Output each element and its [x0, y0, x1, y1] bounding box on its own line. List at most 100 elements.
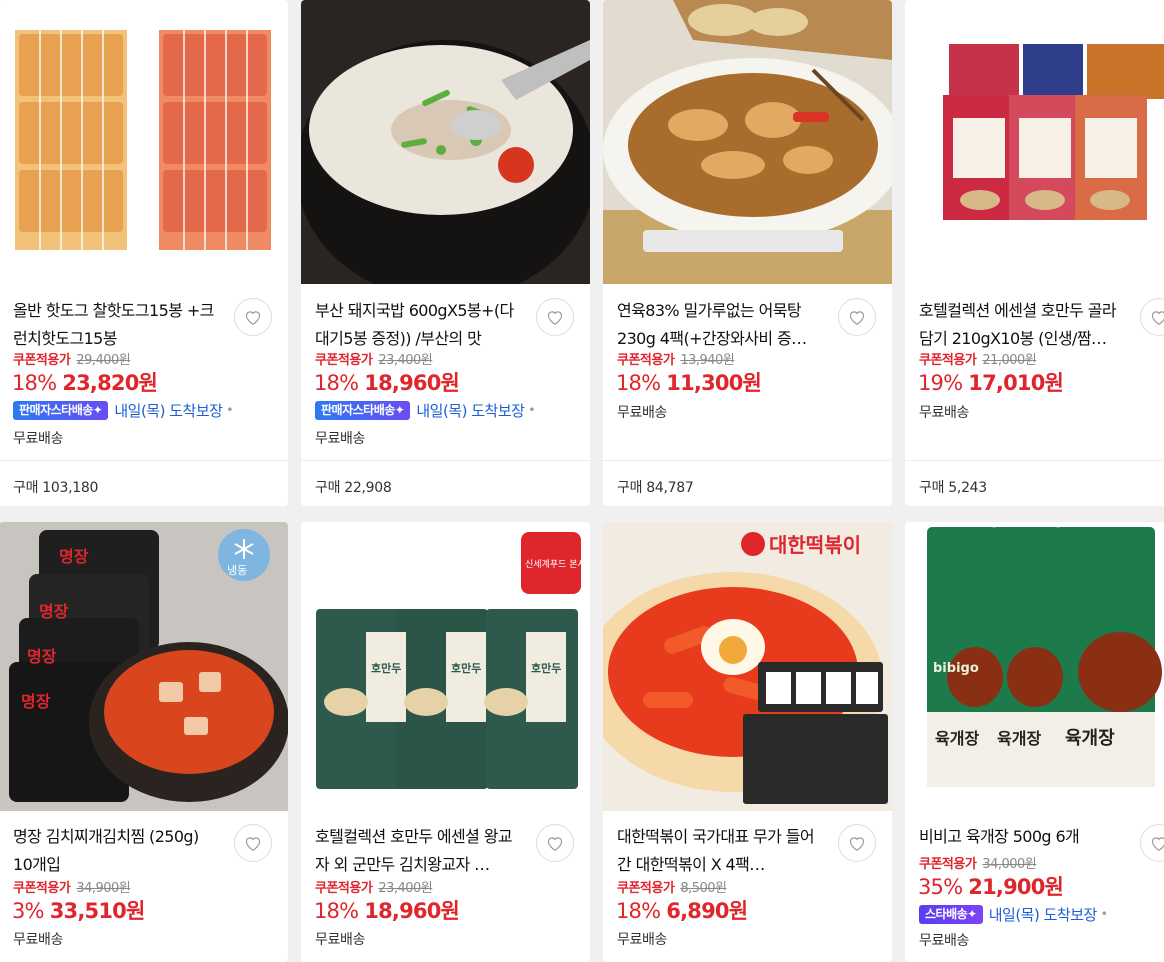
product-image[interactable] — [301, 0, 590, 284]
sale-price-row: 18% 11,300원 — [616, 367, 762, 397]
original-price: 34,900원 — [76, 881, 131, 896]
brand-text: 명장 — [59, 547, 89, 566]
wishlist-button[interactable] — [838, 824, 876, 862]
coupon-price-row: 쿠폰적용가 29,400원 — [13, 349, 131, 368]
arrival-guarantee: 내일(목) 도착보장 — [114, 401, 223, 420]
divider — [905, 460, 1164, 461]
sale-price-row: 18% 18,960원 — [314, 367, 460, 397]
package-label: 호만두 — [451, 661, 481, 675]
product-title[interactable]: 호텔컬렉션 호만두 에센셜 왕교자 외 군만두 김치왕교자 … — [315, 823, 520, 879]
sale-price: 18,960원 — [364, 371, 460, 395]
divider — [603, 460, 892, 461]
sale-price-row: 19% 17,010원 — [918, 367, 1064, 397]
product-card[interactable]: 부산 돼지국밥 600gX5봉+(다대기5봉 증정)) /부산의 맛 쿠폰적용가… — [301, 0, 590, 506]
original-price: 23,400원 — [378, 881, 433, 896]
original-price: 23,400원 — [378, 353, 433, 368]
original-price: 29,400원 — [76, 353, 131, 368]
coupon-price-row: 쿠폰적용가 34,900원 — [13, 877, 131, 896]
discount-rate: 18% — [616, 899, 661, 923]
coupon-label: 쿠폰적용가 — [13, 881, 71, 896]
heart-icon — [1151, 311, 1164, 325]
purchase-count: 구매 84,787 — [617, 480, 694, 496]
product-card[interactable]: 대한떡볶이 대한떡볶이 국가대표 무가 들어간 대한떡볶이 X 4팩… 쿠폰적용… — [603, 522, 892, 962]
coupon-price-row: 쿠폰적용가 34,000원 — [919, 853, 1037, 872]
coupon-label: 쿠폰적용가 — [919, 353, 977, 368]
sale-price: 33,510원 — [49, 899, 146, 923]
sale-price-row: 18% 6,890원 — [616, 895, 748, 925]
discount-rate: 35% — [918, 875, 963, 899]
product-card[interactable]: 명장 명장 명장 명장 냉동 명장 김치찌개김치찜 (250g) 10개입 쿠폰… — [0, 522, 288, 962]
wishlist-button[interactable] — [1140, 298, 1164, 336]
coupon-price-row: 쿠폰적용가 23,400원 — [315, 349, 433, 368]
original-price: 21,000원 — [982, 353, 1037, 368]
purchase-count: 구매 22,908 — [315, 480, 392, 496]
wishlist-button[interactable] — [838, 298, 876, 336]
original-price: 13,940원 — [680, 353, 735, 368]
product-image[interactable] — [0, 0, 288, 284]
separator-dot: • — [1100, 907, 1108, 921]
product-title[interactable]: 올반 핫도그 찰핫도그15봉 +크런치핫도그15봉 — [13, 297, 218, 353]
discount-rate: 18% — [12, 371, 57, 395]
coupon-label: 쿠폰적용가 — [617, 353, 675, 368]
product-title[interactable]: 대한떡볶이 국가대표 무가 들어간 대한떡볶이 X 4팩… — [617, 823, 822, 879]
separator-dot: • — [528, 403, 536, 417]
product-image[interactable]: 대한떡볶이 — [603, 522, 892, 811]
coupon-label: 쿠폰적용가 — [617, 881, 675, 896]
heart-icon — [245, 837, 261, 851]
product-image[interactable] — [603, 0, 892, 284]
product-card[interactable]: 호만두 호만두 호만두 신세계푸드 본사직영몰 호텔컬렉션 호만두 에센셜 왕교… — [301, 522, 590, 962]
package-label: 육개장 — [997, 729, 1041, 748]
frozen-tag: 냉동 — [227, 564, 247, 577]
product-card[interactable]: 올반 핫도그 찰핫도그15봉 +크런치핫도그15봉 쿠폰적용가 29,400원 1… — [0, 0, 288, 506]
delivery-row: 판매자스타배송✦ 내일(목) 도착보장 • — [13, 399, 234, 421]
purchase-count: 구매 103,180 — [13, 480, 99, 496]
product-card[interactable]: 연육83% 밀가루없는 어묵탕 230g 4팩(+간장와사비 증… 쿠폰적용가 1… — [603, 0, 892, 506]
discount-rate: 3% — [12, 899, 45, 923]
sale-price: 11,300원 — [666, 371, 762, 395]
arrival-guarantee: 내일(목) 도착보장 — [988, 905, 1098, 924]
star-delivery-badge: 판매자스타배송✦ — [13, 400, 109, 420]
product-image[interactable] — [905, 0, 1164, 284]
shipping-info: 무료배송 — [919, 405, 969, 421]
delivery-row: 판매자스타배송✦ 내일(목) 도착보장 • — [315, 399, 536, 421]
divider — [301, 460, 590, 461]
product-image[interactable]: bibigo 육개장 육개장 육개장 — [905, 522, 1164, 811]
product-image[interactable]: 명장 명장 명장 명장 냉동 — [0, 522, 288, 811]
sale-price: 18,960원 — [364, 899, 460, 923]
sale-price: 17,010원 — [968, 371, 1064, 395]
divider — [0, 460, 288, 461]
product-card[interactable]: 호텔컬렉션 에센셜 호만두 골라담기 210gX10봉 (인생/짬… 쿠폰적용가… — [905, 0, 1164, 506]
discount-rate: 19% — [918, 371, 963, 395]
brand-logo: bibigo — [933, 661, 979, 676]
wishlist-button[interactable] — [536, 298, 574, 336]
heart-icon — [849, 837, 865, 851]
wishlist-button[interactable] — [536, 824, 574, 862]
coupon-price-row: 쿠폰적용가 8,500원 — [617, 877, 727, 896]
product-image[interactable]: 호만두 호만두 호만두 신세계푸드 본사직영몰 — [301, 522, 590, 811]
wishlist-button[interactable] — [234, 298, 272, 336]
package-label: 호만두 — [371, 661, 401, 675]
heart-icon — [1151, 837, 1164, 851]
wishlist-button[interactable] — [234, 824, 272, 862]
heart-icon — [245, 311, 261, 325]
product-title[interactable]: 명장 김치찌개김치찜 (250g) 10개입 — [13, 823, 218, 879]
sale-price: 21,900원 — [968, 875, 1064, 899]
shipping-info: 무료배송 — [919, 933, 969, 949]
shipping-info: 무료배송 — [315, 431, 365, 447]
heart-icon — [547, 837, 563, 851]
shipping-info: 무료배송 — [315, 932, 365, 948]
wishlist-button[interactable] — [1140, 824, 1164, 862]
sale-price: 23,820원 — [62, 371, 158, 395]
product-title[interactable]: 부산 돼지국밥 600gX5봉+(다대기5봉 증정)) /부산의 맛 — [315, 297, 520, 353]
product-title[interactable]: 연육83% 밀가루없는 어묵탕 230g 4팩(+간장와사비 증… — [617, 297, 822, 353]
product-card[interactable]: bibigo 육개장 육개장 육개장 비비고 육개장 500g 6개 쿠폰적용가… — [905, 522, 1164, 962]
brand-banner: 대한떡볶이 — [769, 533, 861, 557]
star-delivery-badge: 판매자스타배송✦ — [315, 400, 411, 420]
brand-text: 명장 — [39, 602, 69, 621]
shipping-info: 무료배송 — [13, 431, 63, 447]
discount-rate: 18% — [314, 371, 359, 395]
package-label: 육개장 — [935, 729, 979, 748]
delivery-row: 스타배송✦ 내일(목) 도착보장 • — [919, 903, 1108, 925]
package-label: 육개장 — [1065, 728, 1115, 749]
product-title[interactable]: 호텔컬렉션 에센셜 호만두 골라담기 210gX10봉 (인생/짬… — [919, 297, 1124, 353]
